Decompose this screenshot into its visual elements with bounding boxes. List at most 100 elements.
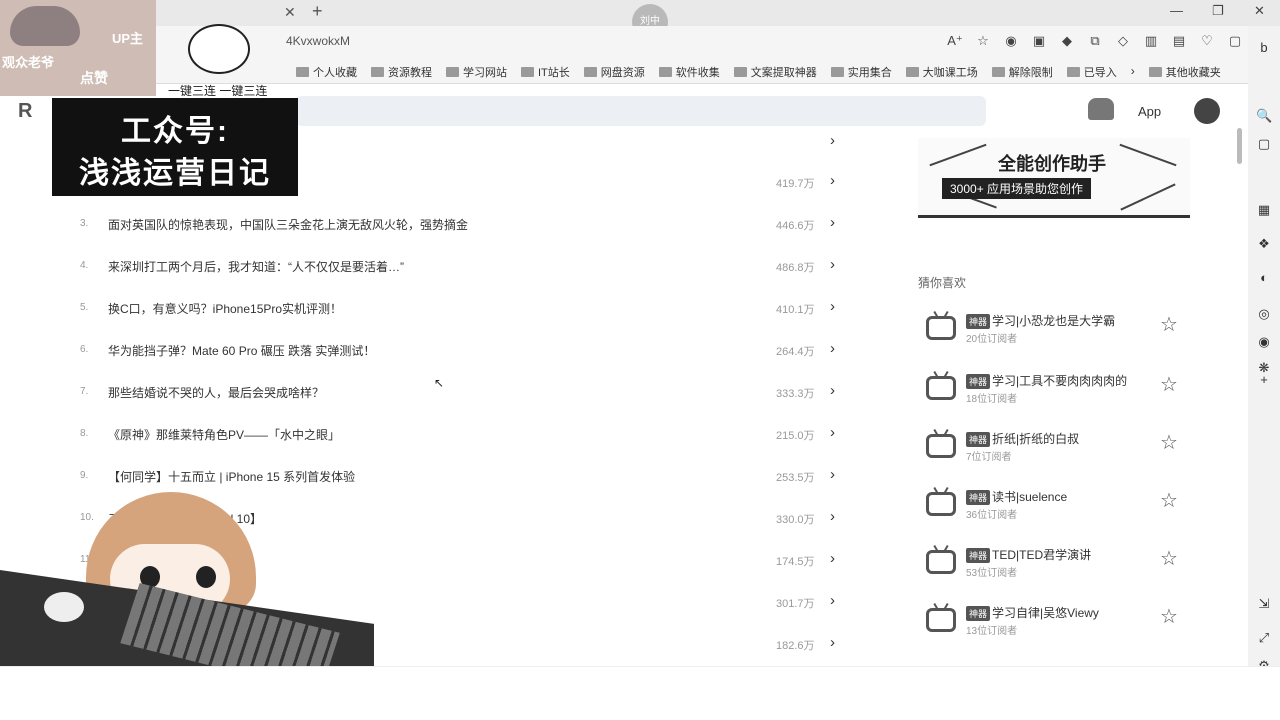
app-link[interactable]: App (1138, 104, 1161, 119)
ranking-row[interactable]: 3. 面对英国队的惊艳表现，中国队三朵金花上演无敌风火轮，强势摘金 446.6万 › (80, 214, 850, 238)
video-title[interactable]: 面对英国队的惊艳表现，中国队三朵金花上演无敌风火轮，强势摘金 (108, 216, 468, 233)
item-name[interactable]: TED|TED君学演讲 (992, 546, 1091, 563)
favorite-star-icon[interactable]: ☆ (1160, 604, 1178, 629)
external-icon[interactable]: ⤢ (1256, 630, 1272, 646)
screenshot-icon[interactable]: ▢ (1226, 32, 1244, 50)
item-name[interactable]: 学习|小恐龙也是大学霸 (992, 312, 1115, 329)
chevron-right-icon[interactable]: › (830, 550, 835, 567)
favorite-star-icon[interactable]: ☆ (1160, 546, 1178, 571)
scrollbar-thumb[interactable] (1237, 128, 1242, 164)
favorite-star-icon[interactable]: ☆ (1160, 488, 1178, 513)
item-name[interactable]: 学习自律|吴悠Viewy (992, 604, 1099, 621)
video-title[interactable]: 《原神》那维莱特角色PV——「水中之眼」 (108, 426, 340, 443)
item-name[interactable]: 学习|工具不要肉肉肉肉的 (992, 372, 1127, 389)
bookmark-item[interactable]: IT站长 (521, 64, 570, 80)
favorite-star-icon[interactable]: ☆ (1160, 312, 1178, 337)
add-icon[interactable]: + (1256, 372, 1272, 388)
favorite-star-icon[interactable]: ☆ (1160, 430, 1178, 455)
ranking-row[interactable]: 7. 那些结婚说不哭的人，最后会哭成啥样？ 333.3万 › (80, 382, 850, 406)
minimize-button[interactable]: — (1170, 3, 1183, 18)
bilibili-tv-icon (926, 316, 956, 340)
extension-badge-icon[interactable]: ⧉ (1086, 32, 1104, 50)
cartoon-cat-image (10, 6, 80, 46)
recommend-item[interactable]: 神器 学习|工具不要肉肉肉肉的 18位订阅者 ☆ (924, 370, 1184, 410)
user-avatar[interactable] (1194, 98, 1220, 124)
bookmark-item[interactable]: 其他收藏夹 (1148, 64, 1221, 80)
bookmark-item[interactable]: 大咖课工场 (905, 64, 978, 80)
chevron-right-icon[interactable]: › (830, 340, 835, 357)
video-title[interactable]: 来深圳打工两个月后，我才知道：“人不仅仅是要活着…” (108, 258, 404, 275)
recommend-item[interactable]: 神器 学习|小恐龙也是大学霸 20位订阅者 ☆ (924, 310, 1184, 350)
site-logo[interactable]: R (18, 100, 32, 123)
creator-banner[interactable]: 全能创作助手 3000+ 应用场景助您创作 (918, 138, 1190, 218)
bookmark-item[interactable]: 文案提取神器 (733, 64, 817, 80)
favorite-star-icon[interactable]: ☆ (974, 32, 992, 50)
side-panel-icon[interactable]: ⇲ (1256, 596, 1272, 612)
drop-icon[interactable]: ◉ (1256, 334, 1272, 350)
recommend-item[interactable]: 神器 学习自律|吴悠Viewy 13位订阅者 ☆ (924, 602, 1184, 642)
chevron-right-icon[interactable]: › (830, 172, 835, 189)
bing-icon[interactable]: b (1256, 40, 1272, 56)
heart-icon[interactable]: ♡ (1198, 32, 1216, 50)
item-name[interactable]: 读书|suelence (992, 488, 1067, 505)
tab-close-icon[interactable]: ✕ (284, 4, 296, 21)
collections-icon[interactable]: ▤ (1170, 32, 1188, 50)
url-text[interactable]: 4KvxwokxM (286, 34, 350, 48)
chevron-right-icon[interactable]: › (830, 214, 835, 231)
outlook-icon[interactable]: ◎ (1256, 306, 1272, 322)
read-aloud-icon[interactable]: A⁺ (946, 32, 964, 50)
chevron-right-icon[interactable]: › (830, 382, 835, 399)
puzzle-icon[interactable]: ◇ (1114, 32, 1132, 50)
favorite-star-icon[interactable]: ☆ (1160, 372, 1178, 397)
tool-icon[interactable]: ▢ (1256, 136, 1272, 152)
rank-number: 7. (80, 386, 89, 397)
recommend-heading: 猜你喜欢 (918, 276, 967, 290)
office-icon[interactable]: ◐ (1256, 270, 1272, 286)
bookmark-item[interactable]: 软件收集 (658, 64, 720, 80)
video-title[interactable]: 华为能挡子弹？Mate 60 Pro 碾压 跌落 实弹测试！ (108, 342, 375, 359)
games-icon[interactable]: ❖ (1256, 236, 1272, 252)
search-icon[interactable]: 🔍 (1256, 108, 1272, 124)
chevron-right-icon[interactable]: › (830, 424, 835, 441)
bookmarks-more-icon[interactable]: › (1131, 64, 1135, 80)
ranking-row[interactable]: 9. 【何同学】十五而立 | iPhone 15 系列首发体验 253.5万 › (80, 466, 850, 490)
chevron-right-icon[interactable]: › (830, 298, 835, 315)
tab-strip: ✕ + 刘中 — ❐ ✕ (0, 0, 1280, 40)
ranking-row[interactable]: 6. 华为能挡子弹？Mate 60 Pro 碾压 跌落 实弹测试！ 264.4万 › (80, 340, 850, 364)
mascot-icon[interactable] (1088, 98, 1114, 120)
ranking-row[interactable]: 8. 《原神》那维莱特角色PV——「水中之眼」 215.0万 › (80, 424, 850, 448)
video-title[interactable]: 那些结婚说不哭的人，最后会哭成啥样？ (108, 384, 324, 401)
recommend-item[interactable]: 神器 读书|suelence 36位订阅者 ☆ (924, 486, 1184, 526)
chevron-right-icon[interactable]: › (830, 466, 835, 483)
ranking-row[interactable]: 5. 换C口，有意义吗？iPhone15Pro实机评测！ 410.1万 › (80, 298, 850, 322)
chevron-right-icon[interactable]: › (830, 508, 835, 525)
bookmark-item[interactable]: 实用集合 (830, 64, 892, 80)
chevron-right-icon[interactable]: › (830, 634, 835, 651)
ranking-row[interactable]: 4. 来深圳打工两个月后，我才知道：“人不仅仅是要活着…” 486.8万 › (80, 256, 850, 280)
recommend-item[interactable]: 神器 TED|TED君学演讲 53位订阅者 ☆ (924, 544, 1184, 584)
maximize-button[interactable]: ❐ (1212, 3, 1224, 19)
bookmark-item[interactable]: 已导入 (1066, 64, 1117, 80)
split-view-icon[interactable]: ▥ (1142, 32, 1160, 50)
chevron-right-icon[interactable]: › (830, 592, 835, 609)
search-input[interactable] (296, 96, 986, 126)
bookmark-item[interactable]: 网盘资源 (583, 64, 645, 80)
item-name[interactable]: 折纸|折纸的白叔 (992, 430, 1079, 447)
chevron-right-icon[interactable]: › (830, 132, 835, 149)
new-tab-button[interactable]: + (312, 1, 323, 22)
briefcase-icon[interactable]: ▦ (1256, 202, 1272, 218)
close-window-button[interactable]: ✕ (1254, 3, 1265, 19)
extension-icon[interactable]: ◉ (1002, 32, 1020, 50)
video-title[interactable]: 【何同学】十五而立 | iPhone 15 系列首发体验 (108, 468, 355, 485)
video-title[interactable]: 换C口，有意义吗？iPhone15Pro实机评测！ (108, 300, 342, 317)
shop-icon[interactable]: ▣ (1030, 32, 1048, 50)
recommend-item[interactable]: 神器 折纸|折纸的白叔 7位订阅者 ☆ (924, 428, 1184, 468)
overlay-like-text: 点赞 (80, 70, 108, 86)
chevron-right-icon[interactable]: › (830, 256, 835, 273)
bookmark-item[interactable]: 学习网站 (446, 64, 507, 80)
bookmark-item[interactable]: 个人收藏 (296, 64, 357, 80)
bookmark-item[interactable]: 资源教程 (371, 64, 432, 80)
scrollbar[interactable] (1236, 112, 1242, 672)
pin-icon[interactable]: ◆ (1058, 32, 1076, 50)
bookmark-item[interactable]: 解除限制 (991, 64, 1053, 80)
